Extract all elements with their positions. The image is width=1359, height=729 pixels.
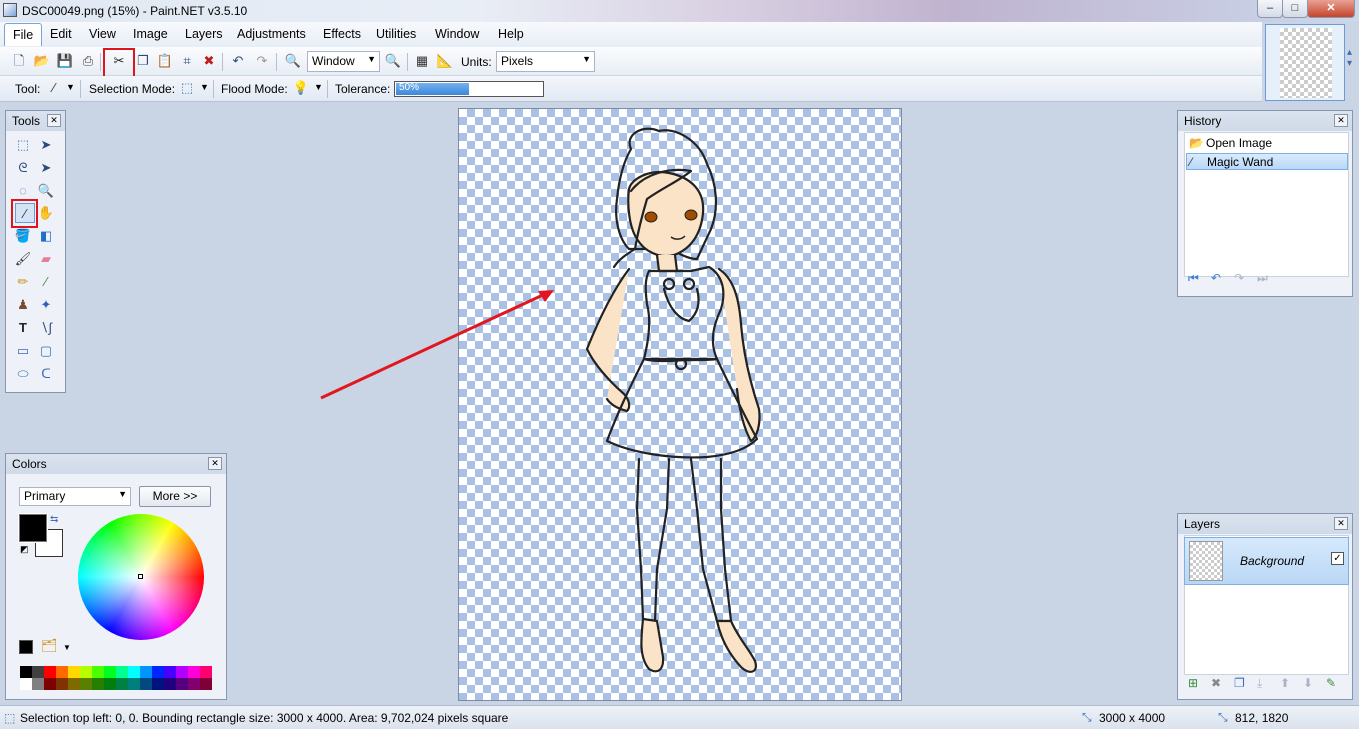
history-panel-header: History ✕	[1178, 111, 1352, 131]
cursor-position-status: 812, 1820	[1235, 711, 1289, 725]
layer-visibility-checkbox[interactable]: ✓	[1331, 552, 1344, 565]
cursor-position-icon: ⤡	[1218, 710, 1228, 724]
layers-panel-title: Layers	[1184, 517, 1221, 531]
layer-row[interactable]: Background ✓	[1184, 537, 1349, 585]
image-size-status: 3000 x 4000	[1099, 711, 1166, 725]
selection-status: Selection top left: 0, 0. Bounding recta…	[20, 711, 509, 725]
add-layer-icon[interactable]: ⊞	[1188, 676, 1198, 690]
layer-properties-icon[interactable]: ✎	[1326, 676, 1336, 690]
move-layer-down-icon[interactable]: ⬇	[1303, 676, 1313, 690]
close-icon[interactable]: ✕	[1334, 114, 1348, 127]
last-step-icon[interactable]: ⏭	[1257, 271, 1268, 286]
delete-layer-icon[interactable]: ✖	[1211, 676, 1221, 690]
history-item-label: Open Image	[1206, 136, 1273, 150]
history-panel-title: History	[1184, 114, 1222, 128]
image-size-icon: ⤡	[1082, 710, 1092, 724]
merge-layer-icon[interactable]: ⤓	[1257, 676, 1262, 691]
status-bar: ⬚ Selection top left: 0, 0. Bounding rec…	[0, 705, 1359, 729]
history-item-open-image[interactable]: 📂 Open Image	[1186, 135, 1348, 152]
layer-thumbnail	[1189, 541, 1223, 581]
selection-icon: ⬚	[4, 711, 16, 725]
duplicate-layer-icon[interactable]: ❐	[1234, 676, 1245, 690]
open-image-icon: 📂	[1189, 136, 1204, 150]
history-panel: History ✕ 📂 Open Image ⁄ Magic Wand ⏮ ↶ …	[1177, 110, 1353, 297]
move-layer-up-icon[interactable]: ⬆	[1280, 676, 1290, 690]
history-item-magic-wand[interactable]: ⁄ Magic Wand	[1186, 153, 1348, 170]
history-item-label: Magic Wand	[1207, 155, 1274, 169]
redo-icon[interactable]: ↷	[1234, 271, 1244, 285]
annotation-arrow	[320, 290, 554, 400]
close-icon[interactable]: ✕	[1334, 517, 1348, 530]
layers-panel-header: Layers ✕	[1178, 514, 1352, 534]
layers-panel: Layers ✕ Background ✓ ⊞ ✖ ❐ ⤓ ⬆ ⬇ ✎	[1177, 513, 1353, 700]
layer-name: Background	[1240, 554, 1305, 568]
history-list: 📂 Open Image ⁄ Magic Wand	[1184, 132, 1349, 277]
undo-icon[interactable]: ↶	[1211, 271, 1221, 285]
magic-wand-icon: ⁄	[1190, 155, 1193, 169]
first-step-icon[interactable]: ⏮	[1188, 271, 1199, 286]
